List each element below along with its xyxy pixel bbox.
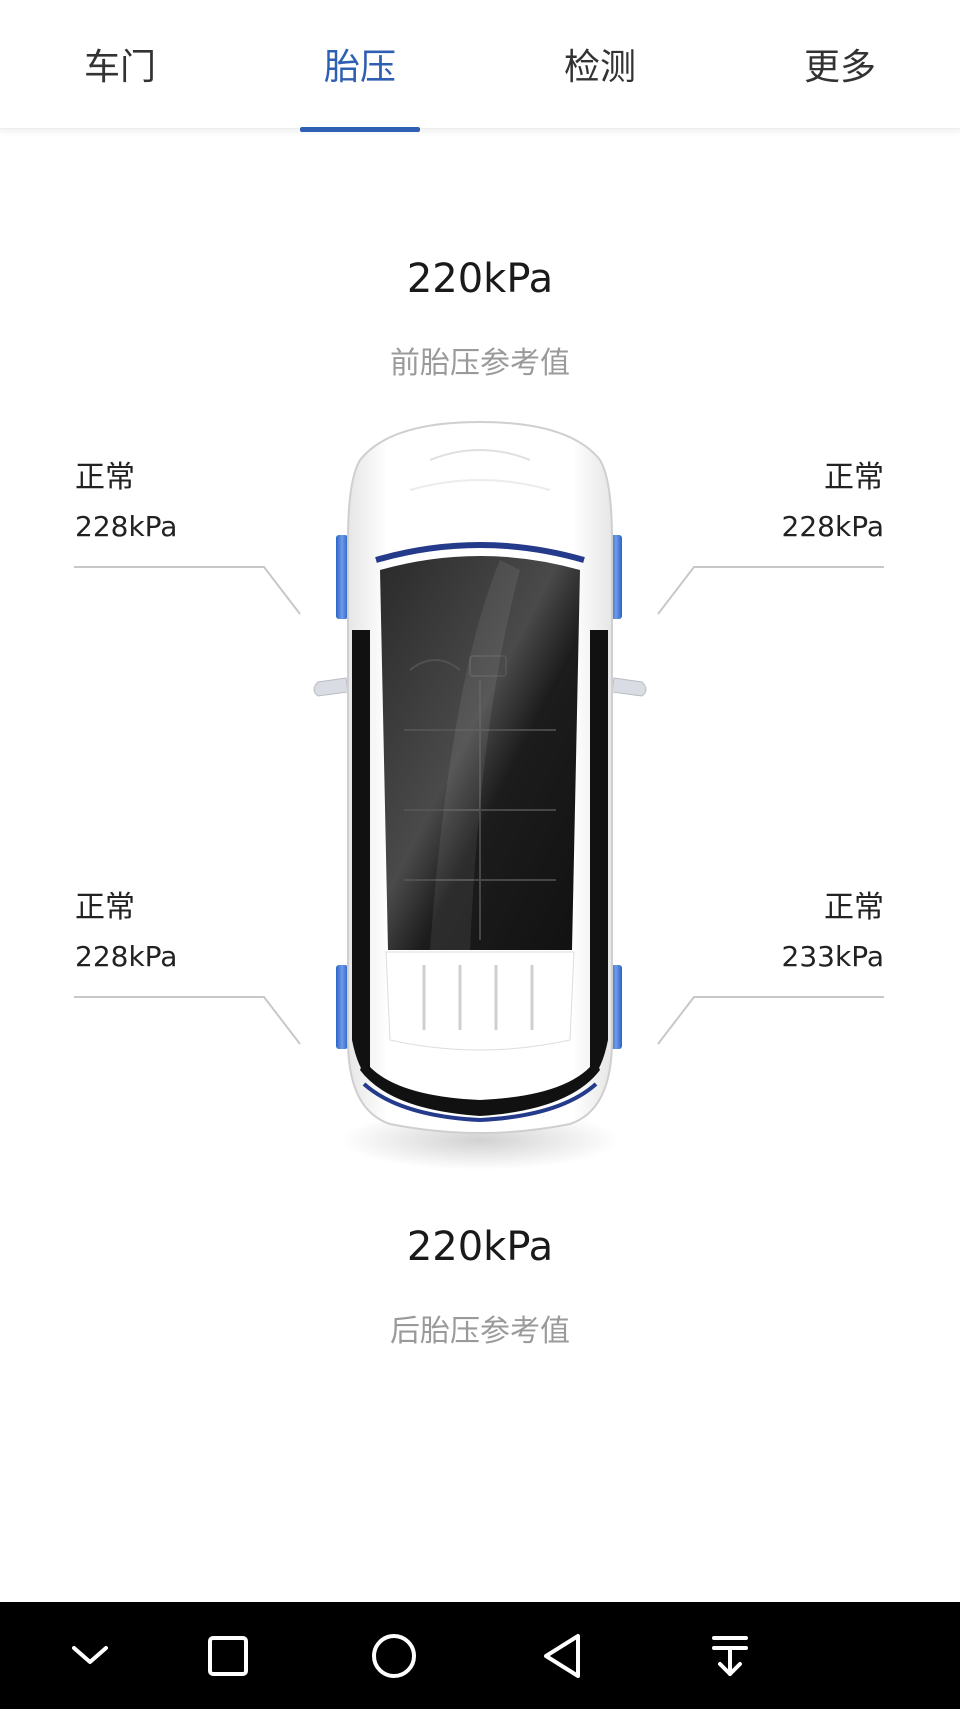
car-top-view [313, 420, 647, 1170]
pull-down-icon[interactable] [680, 1602, 780, 1709]
rear-left-leader-line [74, 996, 301, 1045]
front-left-tire-status: 正常 [75, 460, 135, 495]
square-icon[interactable] [178, 1602, 278, 1709]
rear-right-tire-pressure: 233kPa [781, 940, 884, 973]
front-reference-label: 前胎压参考值 [390, 346, 570, 381]
circle-home-icon[interactable] [344, 1602, 444, 1709]
front-right-leader-line [657, 566, 884, 615]
rear-left-tire [336, 965, 348, 1049]
tab-doors[interactable]: 车门 [0, 0, 240, 128]
tab-bar: 车门 胎压 检测 更多 [0, 0, 960, 132]
front-left-leader-line [74, 566, 301, 615]
chevron-down-icon[interactable] [40, 1602, 140, 1709]
tab-detection[interactable]: 检测 [480, 0, 720, 128]
rear-reference-label: 后胎压参考值 [390, 1314, 570, 1349]
front-right-tire-pressure: 228kPa [781, 510, 884, 543]
rear-reference-value: 220kPa [406, 1224, 554, 1270]
rear-left-tire-pressure: 228kPa [75, 940, 178, 973]
front-reference-value: 220kPa [406, 256, 554, 302]
tab-tire-pressure[interactable]: 胎压 [240, 0, 480, 128]
tab-more[interactable]: 更多 [720, 0, 960, 128]
front-left-tire-pressure: 228kPa [75, 510, 178, 543]
active-tab-indicator [300, 127, 420, 132]
front-left-tire [336, 535, 348, 619]
rear-right-tire-status: 正常 [824, 890, 884, 925]
rear-left-tire-status: 正常 [75, 890, 135, 925]
front-right-tire-status: 正常 [824, 460, 884, 495]
tire-pressure-screen: 车门 胎压 检测 更多 220kPa 前胎压参考值 正常 228kPa 正常 2… [0, 0, 960, 1709]
system-navigation-bar [0, 1602, 960, 1709]
rear-right-leader-line [657, 996, 884, 1045]
back-triangle-icon[interactable] [512, 1602, 612, 1709]
